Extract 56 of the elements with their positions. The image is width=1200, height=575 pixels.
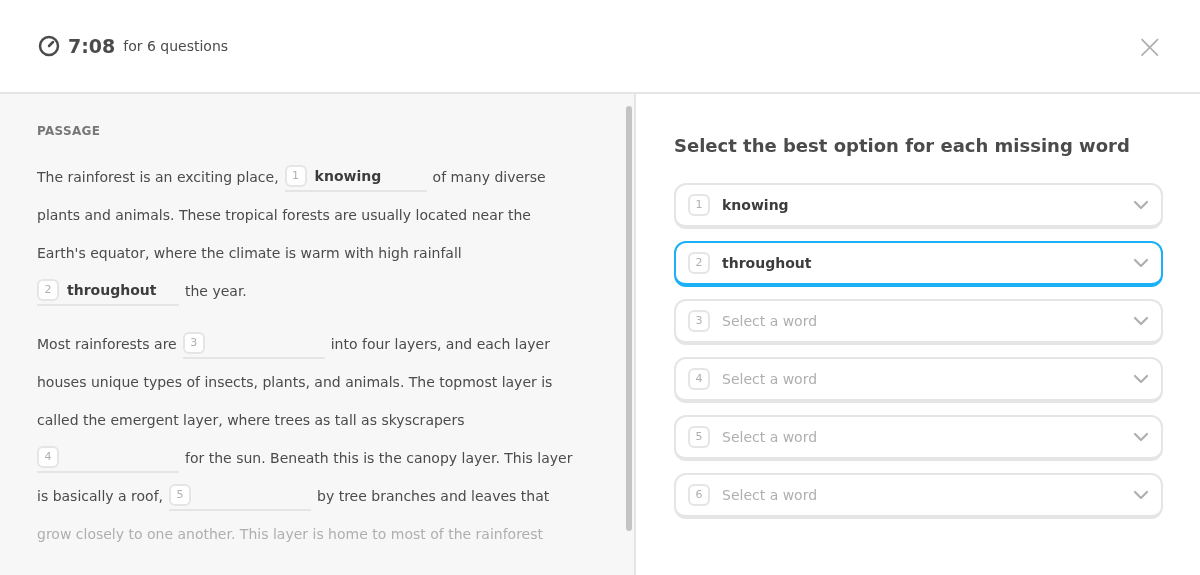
select-placeholder: Select a word bbox=[722, 485, 819, 505]
instruction-heading: Select the best option for each missing word bbox=[674, 134, 1131, 158]
passage-text: plants and animals. These tropical forests are usually located near the bbox=[37, 205, 531, 225]
word-select[interactable]: 3 Select a word bbox=[674, 299, 1163, 345]
number-badge: 2 bbox=[688, 252, 710, 274]
chevron-down-icon bbox=[1133, 374, 1149, 384]
scrollbar[interactable] bbox=[626, 106, 632, 531]
blank-field[interactable]: 3 bbox=[182, 329, 325, 359]
passage-text: houses unique types of insects, plants, and animals. The topmost layer is bbox=[37, 372, 553, 392]
passage-text: called the emergent layer, where trees as tall as skyscrapers bbox=[37, 410, 465, 430]
passage-text: Most rainforests are bbox=[37, 334, 177, 354]
word-select[interactable]: 2 throughout bbox=[674, 241, 1163, 287]
chevron-down-icon bbox=[1133, 258, 1149, 268]
word-select[interactable]: 4 Select a word bbox=[674, 357, 1163, 403]
chevron-down-icon bbox=[1133, 432, 1149, 442]
passage-text: for the sun. Beneath this is the canopy layer. This layer bbox=[185, 448, 573, 468]
number-badge: 1 bbox=[284, 165, 307, 187]
number-badge: 5 bbox=[169, 484, 192, 506]
passage-text: of many diverse bbox=[432, 167, 546, 187]
number-badge: 3 bbox=[182, 332, 205, 354]
chevron-down-icon bbox=[1133, 316, 1149, 326]
passage-label: PASSAGE bbox=[37, 123, 102, 140]
select-placeholder: Select a word bbox=[722, 369, 819, 389]
selected-word: throughout bbox=[722, 253, 813, 273]
blank-field[interactable]: 1 knowing bbox=[284, 162, 427, 192]
passage-text: Earth's equator, where the climate is warm with high rainfall bbox=[37, 243, 462, 263]
question-count: for 6 questions bbox=[123, 36, 229, 56]
blank-word: knowing bbox=[314, 166, 382, 186]
blank-field[interactable]: 5 bbox=[169, 481, 312, 511]
number-badge: 3 bbox=[688, 310, 710, 332]
passage-text: the year. bbox=[185, 281, 247, 301]
passage-text: grow closely to one another. This layer is home to most of the rainforest bbox=[37, 524, 543, 544]
passage-text: into four layers, and each layer bbox=[330, 334, 550, 354]
select-placeholder: Select a word bbox=[722, 311, 819, 331]
timer: 7:08 bbox=[68, 33, 116, 59]
number-badge: 4 bbox=[37, 446, 59, 468]
passage-text: The rainforest is an exciting place, bbox=[37, 167, 279, 187]
chevron-down-icon bbox=[1133, 490, 1149, 500]
blank-field[interactable]: 2 throughout bbox=[37, 276, 179, 306]
passage-text: is basically a roof, bbox=[37, 486, 164, 506]
number-badge: 5 bbox=[688, 426, 710, 448]
blank-word: throughout bbox=[67, 280, 157, 300]
word-select[interactable]: 6 Select a word bbox=[674, 473, 1163, 519]
close-button[interactable]: × bbox=[1135, 29, 1164, 63]
word-select[interactable]: 1 knowing bbox=[674, 183, 1163, 229]
number-badge: 2 bbox=[37, 279, 59, 301]
select-placeholder: Select a word bbox=[722, 427, 819, 447]
word-select[interactable]: 5 Select a word bbox=[674, 415, 1163, 461]
number-badge: 1 bbox=[688, 194, 710, 216]
passage-text: by tree branches and leaves that bbox=[317, 486, 550, 506]
number-badge: 4 bbox=[688, 368, 710, 390]
chevron-down-icon bbox=[1133, 200, 1149, 210]
blank-field[interactable]: 4 bbox=[37, 443, 179, 473]
number-badge: 6 bbox=[688, 484, 710, 506]
stopwatch-icon bbox=[38, 35, 60, 57]
selected-word: knowing bbox=[722, 195, 790, 215]
